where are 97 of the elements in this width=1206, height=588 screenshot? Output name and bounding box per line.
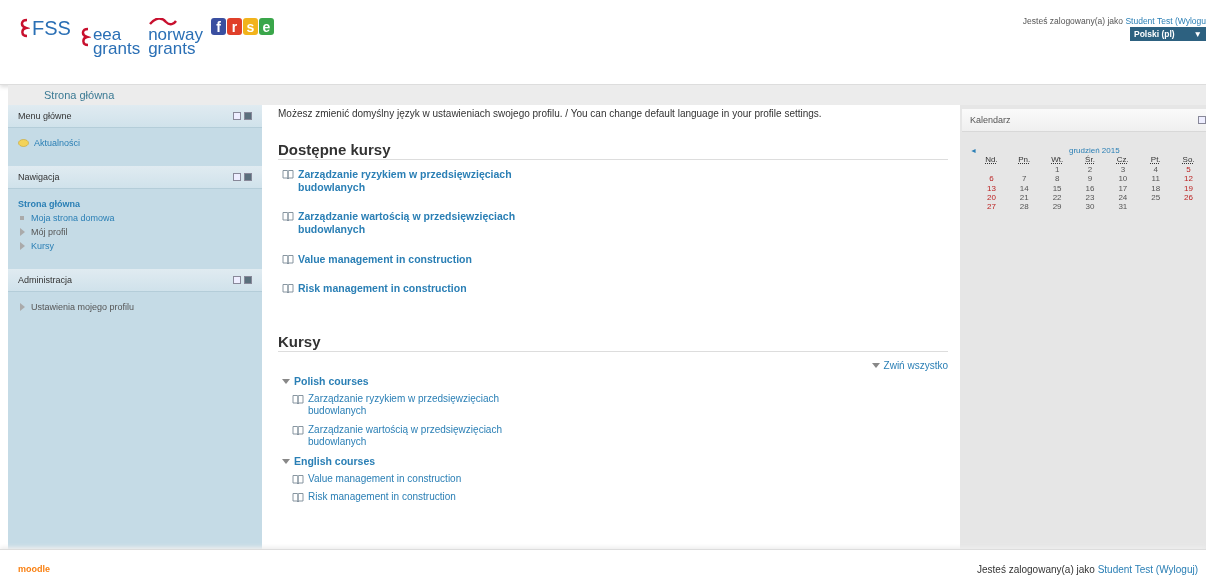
weekday-label: Nd. — [984, 155, 999, 165]
book-icon — [282, 253, 294, 265]
calendar-day[interactable]: 22 — [1040, 192, 1074, 202]
user-link[interactable]: Student Test — [1097, 563, 1154, 575]
weekday-label: So. — [1181, 155, 1196, 165]
book-icon — [282, 169, 294, 180]
expand-arrow-icon — [18, 303, 26, 311]
weekday-label: Śr. — [1084, 155, 1096, 165]
speech-bubble-icon — [18, 138, 29, 148]
course-link[interactable]: Value management in construction — [308, 472, 462, 486]
login-text: Jesteś zalogowany(a) jako Student Test (Wylogu — [1022, 16, 1206, 26]
book-icon — [292, 424, 304, 436]
book-icon — [282, 211, 294, 223]
collapse-icon[interactable] — [233, 112, 241, 120]
logout-link[interactable]: (Wyloguj) — [1155, 563, 1198, 575]
nav-item[interactable]: Kursy — [31, 241, 54, 251]
calendar-day[interactable]: 25 — [1139, 192, 1173, 202]
calendar-day[interactable]: 23 — [1073, 192, 1107, 202]
calendar-day[interactable]: 15 — [1040, 183, 1074, 193]
course-link[interactable]: Zarządzanie wartością w przedsięwzięciach budowlanych — [298, 210, 516, 237]
dock-icon[interactable] — [244, 112, 252, 120]
user-link[interactable]: Student Test — [1125, 16, 1173, 26]
notice-text: Możesz zmienić domyślny język w ustawieniach swojego profilu. / You can change default language in your profile settings. — [278, 107, 823, 119]
weekday-label: Pt. — [1149, 155, 1162, 165]
block-title: Administracja — [18, 275, 73, 285]
book-icon — [282, 282, 294, 294]
weekday-label: Cz. — [1115, 155, 1130, 165]
course-link[interactable]: Zarządzanie ryzykiem w przedsięwzięciach budowlanych — [308, 392, 500, 418]
calendar-day[interactable]: 8 — [1040, 174, 1074, 184]
calendar-day[interactable]: 2 — [1073, 165, 1107, 175]
course-link[interactable]: Risk management in construction — [298, 281, 467, 295]
collapse-arrow-icon — [871, 361, 880, 370]
calendar-day[interactable]: 16 — [1073, 183, 1107, 193]
course-link[interactable]: Zarządzanie ryzykiem w przedsięwzięciach budowlanych — [298, 168, 512, 195]
wave-icon — [148, 18, 179, 26]
collapse-icon[interactable] — [233, 276, 241, 284]
book-icon — [292, 492, 304, 504]
calendar-day[interactable]: 24 — [1106, 192, 1140, 202]
dock-icon[interactable] — [244, 173, 252, 181]
calendar-day[interactable]: 19 — [1172, 183, 1205, 193]
month-title: grudzień 2015 — [1068, 146, 1120, 155]
calendar-day[interactable]: 20 — [975, 192, 1008, 202]
calendar-day[interactable]: 7 — [1007, 174, 1041, 184]
logo-text: norway grants — [148, 28, 203, 57]
calendar-day[interactable]: 11 — [1139, 174, 1173, 184]
calendar-day[interactable]: 3 — [1106, 165, 1140, 175]
nav-item[interactable]: Ustawienia mojego profilu — [31, 302, 135, 312]
block-title: Menu główne — [18, 111, 72, 121]
nav-item[interactable]: Mój profil — [31, 227, 68, 237]
category-link[interactable]: Polish courses — [294, 374, 369, 387]
calendar-day[interactable]: 26 — [1172, 192, 1205, 202]
swirl-icon — [18, 18, 30, 38]
calendar-day[interactable]: 6 — [975, 174, 1008, 184]
category-link[interactable]: English courses — [294, 454, 376, 467]
calendar-day[interactable]: 5 — [1172, 165, 1205, 175]
course-link[interactable]: Value management in construction — [298, 252, 472, 266]
calendar-day[interactable]: 18 — [1139, 183, 1173, 193]
calendar-day[interactable]: 14 — [1007, 183, 1041, 193]
calendar-day[interactable]: 1 — [1040, 165, 1074, 175]
book-icon — [292, 393, 304, 405]
course-link[interactable]: Zarządzanie wartością w przedsięwzięciach budowlanych — [308, 423, 502, 449]
nav-item[interactable]: Moja strona domowa — [31, 213, 115, 223]
login-text: Jesteś zalogowany(a) jako Student Test (Wyloguj) — [977, 563, 1198, 575]
calendar-day[interactable]: 17 — [1106, 183, 1140, 193]
collapse-all-link[interactable]: Zwiń wszystko — [883, 359, 948, 371]
section-heading: Kursy — [278, 332, 948, 352]
section-heading: Dostępne kursy — [278, 141, 948, 160]
calendar-day[interactable]: 28 — [1007, 201, 1041, 212]
block-title: Kalendarz — [970, 115, 1011, 125]
collapse-icon[interactable] — [233, 173, 241, 181]
calendar-day[interactable]: 27 — [975, 201, 1008, 212]
nav-item[interactable]: Aktualności — [34, 138, 81, 148]
nav-item[interactable]: Strona główna — [18, 199, 80, 209]
calendar-day[interactable]: 29 — [1040, 201, 1074, 212]
weekday-label: Wt. — [1050, 155, 1065, 165]
calendar-day[interactable]: 10 — [1106, 174, 1140, 184]
calendar-day[interactable]: 9 — [1073, 174, 1107, 184]
logo-text: FSS — [32, 19, 71, 37]
language-select[interactable]: Polski (pl) ▼ — [1130, 27, 1206, 41]
block-title: Nawigacja — [18, 172, 60, 182]
logo-text: eea grants — [92, 24, 141, 57]
weekday-label: Pn. — [1017, 155, 1032, 165]
frse-logo: f r s e — [210, 18, 274, 35]
calendar-day[interactable]: 4 — [1139, 165, 1173, 175]
calendar-day[interactable]: 31 — [1106, 201, 1140, 212]
dock-icon[interactable] — [244, 276, 252, 284]
book-icon — [292, 473, 304, 485]
moodle-logo: moodle — [18, 564, 50, 574]
bullet-icon — [18, 214, 26, 222]
course-link[interactable]: Risk management in construction — [308, 491, 456, 504]
logout-link[interactable]: (Wylogu — [1174, 16, 1206, 26]
calendar-day[interactable]: 13 — [975, 183, 1008, 193]
calendar-day[interactable]: 30 — [1073, 201, 1107, 212]
calendar-day[interactable]: 12 — [1172, 174, 1205, 184]
calendar-day[interactable]: 21 — [1007, 192, 1041, 202]
collapse-icon[interactable] — [1198, 116, 1206, 124]
breadcrumb-link[interactable]: Strona główna — [44, 89, 115, 101]
